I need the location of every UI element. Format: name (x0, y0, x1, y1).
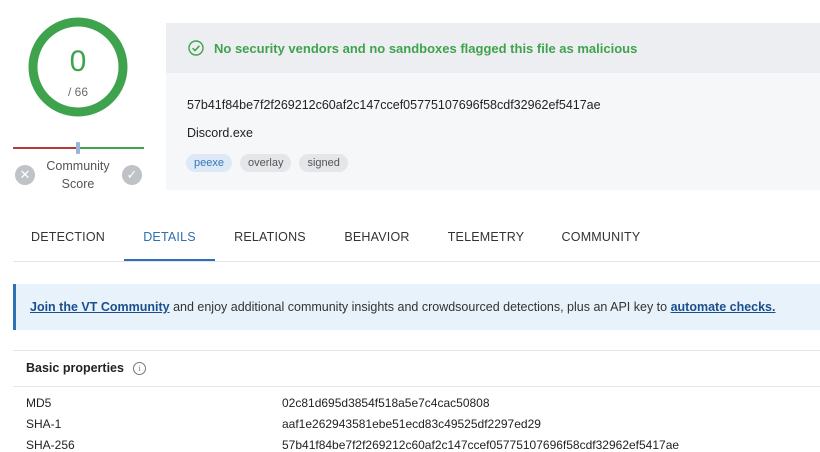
tab-telemetry[interactable]: TELEMETRY (442, 216, 530, 260)
basic-properties-title: Basic properties (26, 361, 124, 375)
property-value[interactable]: aaf1e262943581ebe51ecd83c49525df2297ed29 (282, 417, 541, 431)
file-hash[interactable]: 57b41f84be7f2f269212c60af2c147ccef057751… (187, 98, 601, 112)
property-row-sha1: SHA-1 aaf1e262943581ebe51ecd83c49525df22… (26, 417, 541, 431)
check-icon: ✓ (126, 167, 138, 182)
tag-peexe[interactable]: peexe (186, 154, 232, 172)
community-score-bar (13, 142, 144, 154)
detection-count: 0 (69, 45, 87, 78)
property-row-md5: MD5 02c81d695d3854f518a5e7c4cac50808 (26, 396, 490, 410)
tag-signed[interactable]: signed (299, 154, 348, 172)
vote-harmless-button[interactable]: ✓ (122, 165, 142, 185)
tab-details[interactable]: DETAILS (124, 216, 215, 261)
tab-behavior[interactable]: BEHAVIOR (338, 216, 416, 260)
close-icon: ✕ (19, 167, 31, 182)
tab-detection[interactable]: DETECTION (21, 216, 115, 260)
property-key: SHA-1 (26, 417, 62, 431)
community-score-marker (76, 142, 80, 154)
property-value[interactable]: 57b41f84be7f2f269212c60af2c147ccef057751… (282, 438, 679, 452)
property-value[interactable]: 02c81d695d3854f518a5e7c4cac50808 (282, 396, 490, 410)
tag-overlay[interactable]: overlay (239, 154, 292, 172)
status-message: No security vendors and no sandboxes fla… (214, 40, 638, 56)
community-invite-banner: Join the VT Community and enjoy addition… (13, 284, 820, 330)
section-divider (13, 350, 820, 351)
automate-checks-link[interactable]: automate checks. (671, 300, 776, 314)
file-tags: peexe overlay signed (186, 154, 348, 172)
tab-relations[interactable]: RELATIONS (227, 216, 313, 260)
section-divider (13, 386, 820, 387)
detection-total: / 66 (67, 85, 88, 99)
property-key: MD5 (26, 396, 52, 410)
vote-malicious-button[interactable]: ✕ (15, 165, 35, 185)
community-invite-text: Join the VT Community and enjoy addition… (30, 300, 776, 314)
check-circle-icon (188, 40, 204, 56)
property-key: SHA-256 (26, 438, 75, 452)
detection-score-widget: 0 / 66 (28, 17, 128, 117)
report-tabs: DETECTION DETAILS RELATIONS BEHAVIOR TEL… (13, 216, 820, 262)
community-score-label: Community Score (46, 159, 110, 191)
community-score-negative (13, 147, 78, 149)
file-name: Discord.exe (187, 126, 253, 140)
join-community-link[interactable]: Join the VT Community (30, 300, 170, 314)
file-summary-card: No security vendors and no sandboxes fla… (166, 23, 820, 190)
property-row-sha256: SHA-256 57b41f84be7f2f269212c60af2c147cc… (26, 438, 679, 452)
community-score-positive (78, 147, 144, 149)
info-icon[interactable]: i (133, 362, 146, 375)
tab-community[interactable]: COMMUNITY (558, 216, 644, 260)
status-banner: No security vendors and no sandboxes fla… (166, 23, 820, 73)
